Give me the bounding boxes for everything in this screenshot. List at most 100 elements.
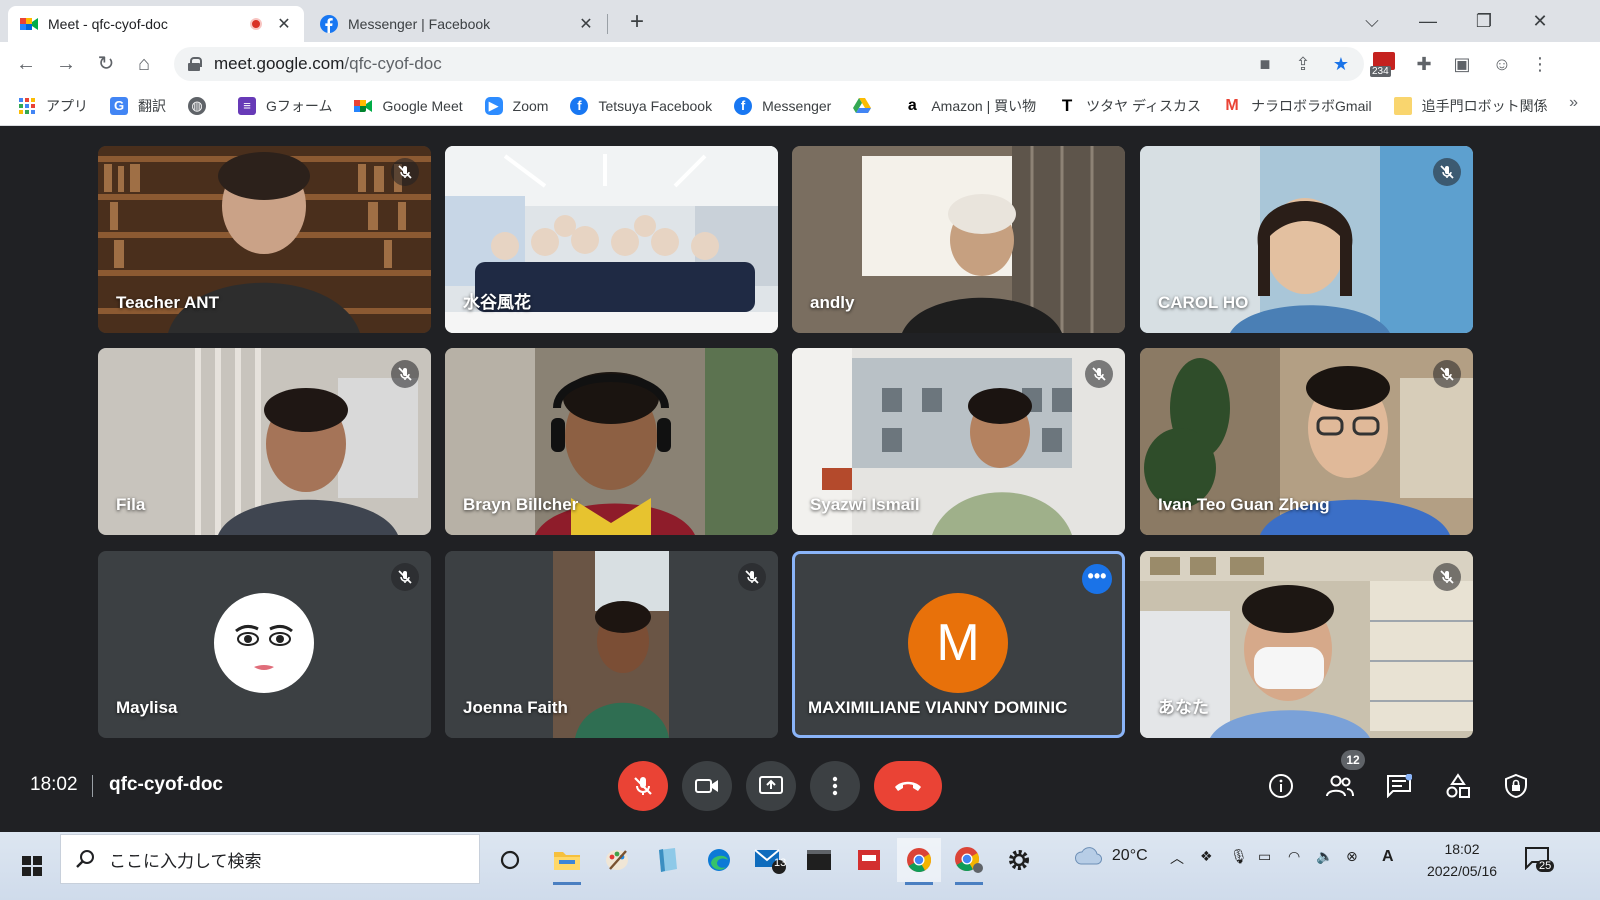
chrome-app-button[interactable] [897, 838, 941, 885]
forward-button[interactable]: → [52, 50, 80, 78]
edge-browser-button[interactable] [697, 838, 741, 882]
tab-messenger[interactable]: Messenger | Facebook ✕ [308, 6, 606, 42]
meeting-details-button[interactable] [1265, 770, 1297, 802]
host-controls-button[interactable] [1500, 770, 1532, 802]
back-button[interactable]: ← [12, 50, 40, 78]
notification-center-button[interactable]: 25 [1524, 846, 1555, 876]
bookmark-gforms[interactable]: ≡ Gフォーム [238, 96, 332, 116]
volume-icon[interactable]: 🔈 [1316, 848, 1333, 865]
dropbox-icon[interactable]: ❖ [1200, 848, 1213, 865]
meeting-code: qfc-cyof-doc [109, 774, 223, 795]
bookmark-amazon[interactable]: a Amazon | 買い物 [903, 96, 1036, 116]
battery-icon[interactable]: ▭ [1258, 848, 1271, 865]
tab-meet[interactable]: Meet - qfc-cyof-doc ✕ [8, 6, 304, 42]
browser-tab-strip: Meet - qfc-cyof-doc ✕ Messenger | Facebo… [0, 0, 1600, 42]
reload-button[interactable]: ↻ [92, 50, 120, 78]
bookmarks-overflow-button[interactable]: » [1569, 94, 1578, 112]
extensions-puzzle-icon[interactable]: ✚ [1410, 50, 1438, 78]
mail-app-button[interactable]: 13 [748, 838, 792, 882]
chat-button[interactable] [1383, 770, 1415, 802]
new-tab-button[interactable]: + [622, 8, 652, 38]
gmail-icon: M [1225, 96, 1239, 114]
participant-tile-active-speaker[interactable]: M ••• MAXIMILIANE VIANNY DOMINIC [792, 551, 1125, 738]
tab-title: Messenger | Facebook [348, 16, 491, 32]
meeting-clock: 18:02 [30, 774, 78, 795]
participant-tile[interactable]: Fila [98, 348, 431, 535]
bookmark-apps[interactable]: アプリ [18, 96, 88, 116]
tab-title: Meet - qfc-cyof-doc [48, 16, 168, 32]
acrobat-app-button[interactable] [847, 838, 891, 882]
bookmark-gmail[interactable]: M ナラロボラボGmail [1223, 96, 1371, 116]
address-bar[interactable]: meet.google.com/qfc-cyof-doc ■ ⇪ ★ [174, 47, 1364, 81]
participant-tile[interactable]: andly [792, 146, 1125, 333]
toggle-mic-button[interactable] [618, 761, 668, 811]
bookmark-zoom[interactable]: ▶ Zoom [484, 96, 548, 115]
participant-tile[interactable]: Syazwi Ismail [792, 348, 1125, 535]
bookmark-google-meet[interactable]: Google Meet [354, 97, 463, 115]
maximize-button[interactable]: ❐ [1464, 6, 1504, 36]
more-options-button[interactable]: ••• [1082, 564, 1112, 594]
muted-mic-icon [391, 158, 419, 186]
close-tab-icon[interactable]: ✕ [578, 14, 594, 34]
leave-call-button[interactable] [874, 761, 942, 811]
participant-name: Joenna Faith [463, 698, 568, 717]
system-clock[interactable]: 18:02 2022/05/16 [1422, 838, 1502, 882]
participant-tile[interactable]: Maylisa [98, 551, 431, 738]
close-tab-icon[interactable]: ✕ [276, 14, 292, 34]
paint-app-button[interactable] [595, 838, 639, 882]
weather-temp: 20°C [1111, 847, 1148, 864]
share-icon[interactable]: ⇪ [1292, 53, 1314, 75]
chrome-menu-icon[interactable]: ⋮ [1526, 50, 1554, 78]
wifi-icon[interactable]: ◠ [1288, 848, 1300, 865]
bookmark-folder[interactable]: 追手門ロボット関係 [1393, 96, 1548, 116]
participant-tile[interactable]: Ivan Teo Guan Zheng [1140, 348, 1473, 535]
participant-name: Teacher ANT [116, 293, 219, 312]
microphone-icon[interactable]: 🎙 [1230, 848, 1248, 865]
windows-logo-icon [22, 856, 42, 876]
notepad-app-button[interactable] [645, 838, 689, 882]
info-icon [1269, 774, 1293, 798]
chrome-profile-app-button[interactable] [947, 838, 991, 885]
bookmark-drive[interactable] [853, 97, 881, 115]
side-panel-icon[interactable]: ▣ [1448, 50, 1476, 78]
bookmark-tsutaya[interactable]: T ツタヤ ディスカス [1058, 96, 1201, 116]
people-button[interactable] [1324, 770, 1356, 802]
bookmark-translate[interactable]: G 翻訳 [110, 96, 166, 116]
apps-grid-icon [18, 97, 36, 115]
weather-widget[interactable]: 20°C [1074, 846, 1148, 866]
bookmark-globe[interactable]: ◍ [188, 96, 216, 115]
home-button[interactable]: ⌂ [130, 50, 158, 78]
calendar-extension-icon[interactable]: 234 [1370, 52, 1398, 80]
bookmark-star-icon[interactable]: ★ [1330, 53, 1352, 75]
cortana-button[interactable] [488, 838, 532, 882]
participant-tile[interactable]: CAROL HO [1140, 146, 1473, 333]
participant-tile[interactable]: Teacher ANT [98, 146, 431, 333]
taskbar-search-box[interactable]: ここに入力して検索 [60, 834, 480, 884]
toggle-camera-button[interactable] [682, 761, 732, 811]
windows-taskbar: ここに入力して検索 13 20°C ︿ ❖ 🎙 ▭ ◠ 🔈 ⊗ A 18:02 … [0, 832, 1600, 900]
show-hidden-icons-chevron-icon[interactable]: ︿ [1170, 848, 1184, 868]
minimize-button[interactable]: — [1408, 6, 1448, 36]
hang-up-icon [895, 781, 921, 791]
no-network-icon[interactable]: ⊗ [1346, 848, 1358, 865]
participant-tile[interactable]: 水谷風花 [445, 146, 778, 333]
close-window-button[interactable]: ✕ [1520, 6, 1560, 36]
camera-in-use-icon[interactable]: ■ [1254, 53, 1276, 75]
present-screen-button[interactable] [746, 761, 796, 811]
activities-button[interactable] [1442, 770, 1474, 802]
more-options-button[interactable] [810, 761, 860, 811]
ime-indicator[interactable]: A [1382, 848, 1394, 866]
lock-icon[interactable] [188, 57, 202, 71]
participant-tile[interactable]: Brayn Billcher [445, 348, 778, 535]
profile-avatar-icon[interactable]: ☺ [1488, 50, 1516, 78]
settings-app-button[interactable] [997, 838, 1041, 882]
extension-badge: 234 [1370, 66, 1391, 77]
bookmark-messenger[interactable]: f Messenger [734, 96, 831, 115]
participant-tile[interactable]: あなた [1140, 551, 1473, 738]
file-explorer-button[interactable] [545, 838, 589, 885]
start-button[interactable] [8, 842, 56, 890]
tab-search-chevron-icon[interactable]: ⌵ [1352, 6, 1392, 36]
terminal-app-button[interactable] [797, 838, 841, 882]
bookmark-tetsuya-facebook[interactable]: f Tetsuya Facebook [570, 96, 712, 115]
participant-tile[interactable]: Joenna Faith [445, 551, 778, 738]
